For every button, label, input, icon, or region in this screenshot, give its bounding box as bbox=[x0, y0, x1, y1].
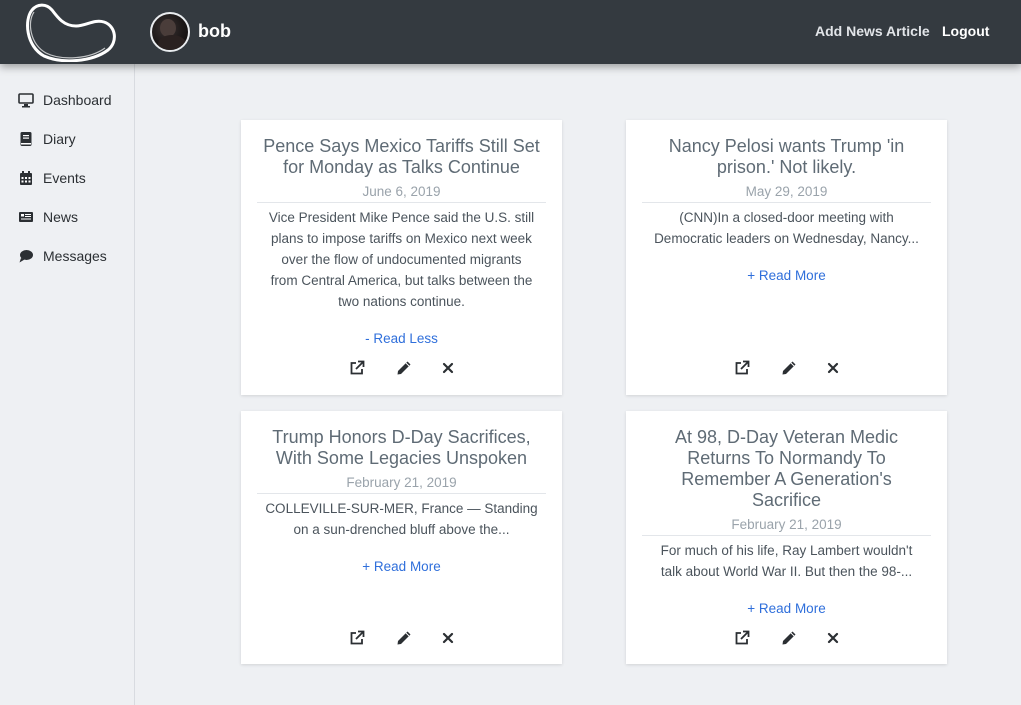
delete-x-icon[interactable] bbox=[825, 360, 841, 376]
card-actions bbox=[626, 360, 947, 376]
read-more-link[interactable]: + Read More bbox=[241, 559, 562, 574]
sidebar-item-label: News bbox=[43, 209, 79, 225]
book-icon bbox=[20, 132, 32, 146]
add-news-article-link[interactable]: Add News Article bbox=[815, 23, 930, 39]
avatar[interactable] bbox=[150, 12, 190, 52]
article-summary: For much of his life, Ray Lambert wouldn… bbox=[660, 543, 913, 579]
sidebar-item-label: Messages bbox=[43, 248, 107, 264]
username: bob bbox=[198, 21, 231, 41]
calendar-icon bbox=[20, 171, 32, 185]
news-card: Trump Honors D-Day Sacrifices, With Some… bbox=[241, 411, 562, 664]
article-title: At 98, D-Day Veteran Medic Returns To No… bbox=[674, 427, 899, 510]
news-card: Nancy Pelosi wants Trump 'in prison.' No… bbox=[626, 120, 947, 395]
pencil-icon[interactable] bbox=[396, 630, 412, 646]
delete-x-icon[interactable] bbox=[440, 630, 456, 646]
article-date: June 6, 2019 bbox=[257, 184, 546, 203]
monitor-icon bbox=[18, 93, 34, 108]
article-summary: (CNN)In a closed-door meeting with Democ… bbox=[654, 210, 919, 246]
sidebar-item-label: Diary bbox=[43, 131, 76, 147]
sidebar-item-events[interactable]: Events bbox=[18, 167, 86, 189]
external-link-icon[interactable] bbox=[734, 630, 750, 646]
pencil-icon[interactable] bbox=[781, 630, 797, 646]
external-link-icon[interactable] bbox=[349, 630, 365, 646]
card-actions bbox=[241, 360, 562, 376]
article-date: May 29, 2019 bbox=[642, 184, 931, 203]
pencil-icon[interactable] bbox=[781, 360, 797, 376]
article-title: Trump Honors D-Day Sacrifices, With Some… bbox=[272, 427, 531, 468]
sidebar-item-label: Events bbox=[43, 170, 86, 186]
card-actions bbox=[626, 630, 947, 646]
external-link-icon[interactable] bbox=[349, 360, 365, 376]
delete-x-icon[interactable] bbox=[825, 630, 841, 646]
article-date: February 21, 2019 bbox=[642, 517, 931, 536]
delete-x-icon[interactable] bbox=[440, 360, 456, 376]
sidebar-item-dashboard[interactable]: Dashboard bbox=[18, 89, 112, 111]
article-title: Pence Says Mexico Tariffs Still Set for … bbox=[263, 136, 540, 177]
sidebar-item-label: Dashboard bbox=[43, 92, 112, 108]
read-more-link[interactable]: + Read More bbox=[626, 601, 947, 616]
top-navbar: bob Add News Article Logout bbox=[0, 0, 1021, 64]
article-summary: Vice President Mike Pence said the U.S. … bbox=[268, 210, 535, 309]
chat-bubble-icon bbox=[19, 250, 33, 263]
bean-logo-icon[interactable] bbox=[22, 2, 118, 62]
pencil-icon[interactable] bbox=[396, 360, 412, 376]
read-less-link[interactable]: - Read Less bbox=[241, 331, 562, 346]
article-summary: COLLEVILLE-SUR-MER, France — Standing on… bbox=[265, 501, 538, 537]
newspaper-icon bbox=[19, 212, 33, 222]
read-more-link[interactable]: + Read More bbox=[626, 268, 947, 283]
external-link-icon[interactable] bbox=[734, 360, 750, 376]
logout-link[interactable]: Logout bbox=[942, 23, 989, 39]
news-card: At 98, D-Day Veteran Medic Returns To No… bbox=[626, 411, 947, 664]
sidebar: Dashboard Diary Events News Messages bbox=[0, 64, 135, 705]
article-date: February 21, 2019 bbox=[257, 475, 546, 494]
article-title: Nancy Pelosi wants Trump 'in prison.' No… bbox=[668, 136, 905, 177]
news-card: Pence Says Mexico Tariffs Still Set for … bbox=[241, 120, 562, 395]
sidebar-item-messages[interactable]: Messages bbox=[18, 245, 107, 267]
sidebar-item-diary[interactable]: Diary bbox=[18, 128, 76, 150]
card-actions bbox=[241, 630, 562, 646]
sidebar-item-news[interactable]: News bbox=[18, 206, 78, 228]
